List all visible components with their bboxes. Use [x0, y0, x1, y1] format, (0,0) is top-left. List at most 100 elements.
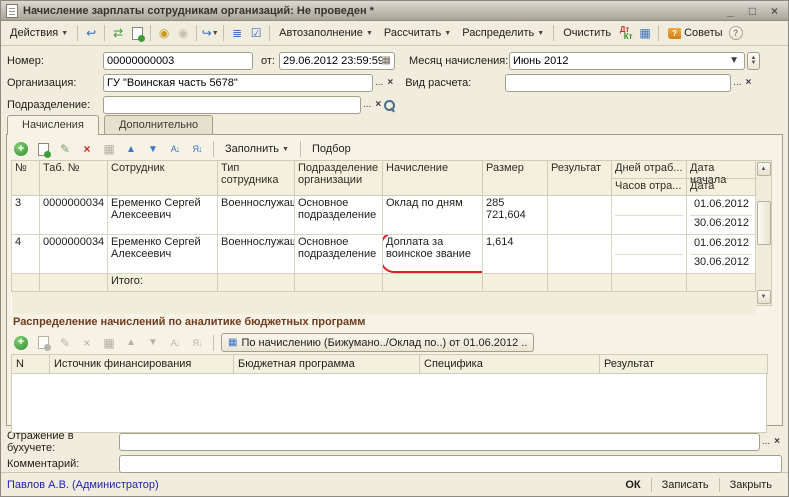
distribution-filter-button[interactable]: ▦ По начислению (Бижумано../Оклад по..) …: [221, 333, 534, 352]
accounting-select-button[interactable]: ...: [760, 437, 772, 447]
cell-date-start[interactable]: 01.06.2012: [690, 236, 752, 254]
row-move-up-button[interactable]: ▲: [122, 140, 140, 158]
titlebar[interactable]: Начисление зарплаты сотрудникам организа…: [1, 1, 788, 21]
organization-input[interactable]: [107, 76, 369, 90]
row-move-down-button[interactable]: ▼: [144, 140, 162, 158]
dist-sort-ascending-button[interactable]: А↓: [166, 334, 184, 352]
unpost-ledger-button[interactable]: ◉: [174, 24, 192, 42]
fill-menu-button[interactable]: Заполнить ▼: [221, 142, 293, 156]
cell-date-start[interactable]: 01.06.2012: [690, 197, 752, 215]
sort-ascending-button[interactable]: А↓: [166, 140, 184, 158]
calendar-icon[interactable]: ▦: [382, 55, 391, 66]
row-delete-button[interactable]: ×: [78, 140, 96, 158]
number-field-wrap: [103, 52, 253, 70]
close-button[interactable]: ×: [766, 3, 783, 18]
cell-accrual[interactable]: Оклад по дням: [383, 196, 483, 235]
cell-employee-type[interactable]: Военнослужащ...: [218, 196, 295, 235]
advice-button[interactable]: ? Советы: [663, 25, 727, 41]
cell-date-end[interactable]: 30.06.2012: [690, 254, 752, 272]
report-button[interactable]: ▦: [636, 24, 654, 42]
row-sum-button[interactable]: ▦: [100, 140, 118, 158]
dt-kt-button[interactable]: Дт Кт: [617, 24, 635, 42]
dist-add-button[interactable]: +: [12, 334, 30, 352]
cell-employee-type[interactable]: Военнослужащ...: [218, 235, 295, 274]
scroll-down-button[interactable]: ▼: [757, 290, 771, 304]
help-button[interactable]: ?: [729, 26, 743, 40]
clear-button[interactable]: Очистить: [558, 25, 616, 41]
document-structure-button[interactable]: ≣: [228, 24, 246, 42]
ok-button[interactable]: ОК: [615, 478, 650, 492]
dist-sum-button[interactable]: ▦: [100, 334, 118, 352]
scrollbar-thumb[interactable]: [757, 201, 771, 245]
dist-edit-button[interactable]: ✎: [56, 334, 74, 352]
distribution-table-body[interactable]: [11, 374, 767, 433]
cell-num[interactable]: 3: [12, 196, 40, 235]
dist-copy-button[interactable]: [34, 334, 52, 352]
export-button[interactable]: ↪▼: [201, 24, 219, 42]
row-copy-button[interactable]: [34, 140, 52, 158]
save-button[interactable]: Записать: [652, 478, 719, 492]
settings-list-button[interactable]: ☑: [247, 24, 265, 42]
calc-type-clear-button[interactable]: ×: [744, 78, 754, 88]
tab-accruals[interactable]: Начисления: [7, 115, 99, 135]
cell-employee[interactable]: Еременко Сергей Алексеевич: [108, 196, 218, 235]
cell-department[interactable]: Основное подразделение: [295, 196, 383, 235]
cell-result[interactable]: [548, 196, 612, 235]
cell-days-hours[interactable]: [612, 196, 687, 235]
dist-delete-button[interactable]: ×: [78, 334, 96, 352]
sort-descending-button[interactable]: Я↓: [188, 140, 206, 158]
organization-clear-button[interactable]: ×: [385, 78, 395, 88]
cell-size[interactable]: 1,614: [483, 235, 548, 274]
cell-employee[interactable]: Еременко Сергей Алексеевич: [108, 235, 218, 274]
cell-num[interactable]: 4: [12, 235, 40, 274]
department-clear-button[interactable]: ×: [373, 100, 383, 110]
calculate-menu-button[interactable]: Рассчитать ▼: [379, 25, 456, 41]
row-add-button[interactable]: +: [12, 140, 30, 158]
distribute-menu-button[interactable]: Распределить ▼: [457, 25, 549, 41]
close-form-button[interactable]: Закрыть: [720, 478, 782, 492]
comment-input[interactable]: [123, 457, 778, 471]
dist-move-up-button[interactable]: ▲: [122, 334, 140, 352]
calc-type-select-button[interactable]: ...: [731, 78, 743, 88]
col-date-start: Дата начала: [687, 161, 755, 178]
cell-tabnum[interactable]: 0000000034: [40, 235, 108, 274]
autofill-menu-button[interactable]: Автозаполнение ▼: [274, 25, 378, 41]
cell-days-hours[interactable]: [612, 235, 687, 274]
pick-button[interactable]: Подбор: [308, 142, 355, 156]
month-dropdown-button[interactable]: ▼: [727, 56, 741, 66]
organization-select-button[interactable]: ...: [373, 78, 385, 88]
new-document-button[interactable]: [128, 24, 146, 42]
post-document-button[interactable]: ↩: [82, 24, 100, 42]
calc-type-input[interactable]: [509, 76, 727, 90]
department-input[interactable]: [107, 98, 357, 112]
department-select-button[interactable]: ...: [361, 100, 373, 110]
number-input[interactable]: [107, 54, 249, 68]
vertical-scrollbar[interactable]: ▲ ▼: [756, 160, 772, 306]
cell-tabnum[interactable]: 0000000034: [40, 196, 108, 235]
accounting-input[interactable]: [123, 435, 756, 449]
minimize-button[interactable]: _: [722, 3, 739, 18]
dist-sort-descending-button[interactable]: Я↓: [188, 334, 206, 352]
dist-move-down-button[interactable]: ▼: [144, 334, 162, 352]
spin-down-icon[interactable]: ▼: [751, 61, 757, 66]
tab-additional[interactable]: Дополнительно: [104, 115, 213, 134]
month-input[interactable]: [513, 54, 727, 68]
post-ledger-button[interactable]: ◉: [155, 24, 173, 42]
month-spinner[interactable]: ▲ ▼: [747, 52, 760, 70]
actions-menu-button[interactable]: Действия ▼: [5, 25, 73, 41]
maximize-button[interactable]: □: [744, 3, 761, 18]
cell-accrual[interactable]: Доплата за воинское звание: [383, 235, 483, 274]
date-input[interactable]: [283, 54, 382, 68]
accounting-clear-button[interactable]: ×: [772, 437, 782, 447]
advice-book-icon: ?: [668, 28, 681, 39]
cell-department[interactable]: Основное подразделение: [295, 235, 383, 274]
row-edit-button[interactable]: ✎: [56, 140, 74, 158]
cell-date-end[interactable]: 30.06.2012: [690, 215, 752, 233]
cell-dates[interactable]: 01.06.2012 30.06.2012: [687, 196, 756, 235]
department-search-icon[interactable]: [383, 99, 395, 111]
cell-size[interactable]: 285 721,604: [483, 196, 548, 235]
cell-dates[interactable]: 01.06.2012 30.06.2012: [687, 235, 756, 274]
cell-result[interactable]: [548, 235, 612, 274]
scroll-up-button[interactable]: ▲: [757, 162, 771, 176]
refresh-button[interactable]: ⇄: [109, 24, 127, 42]
